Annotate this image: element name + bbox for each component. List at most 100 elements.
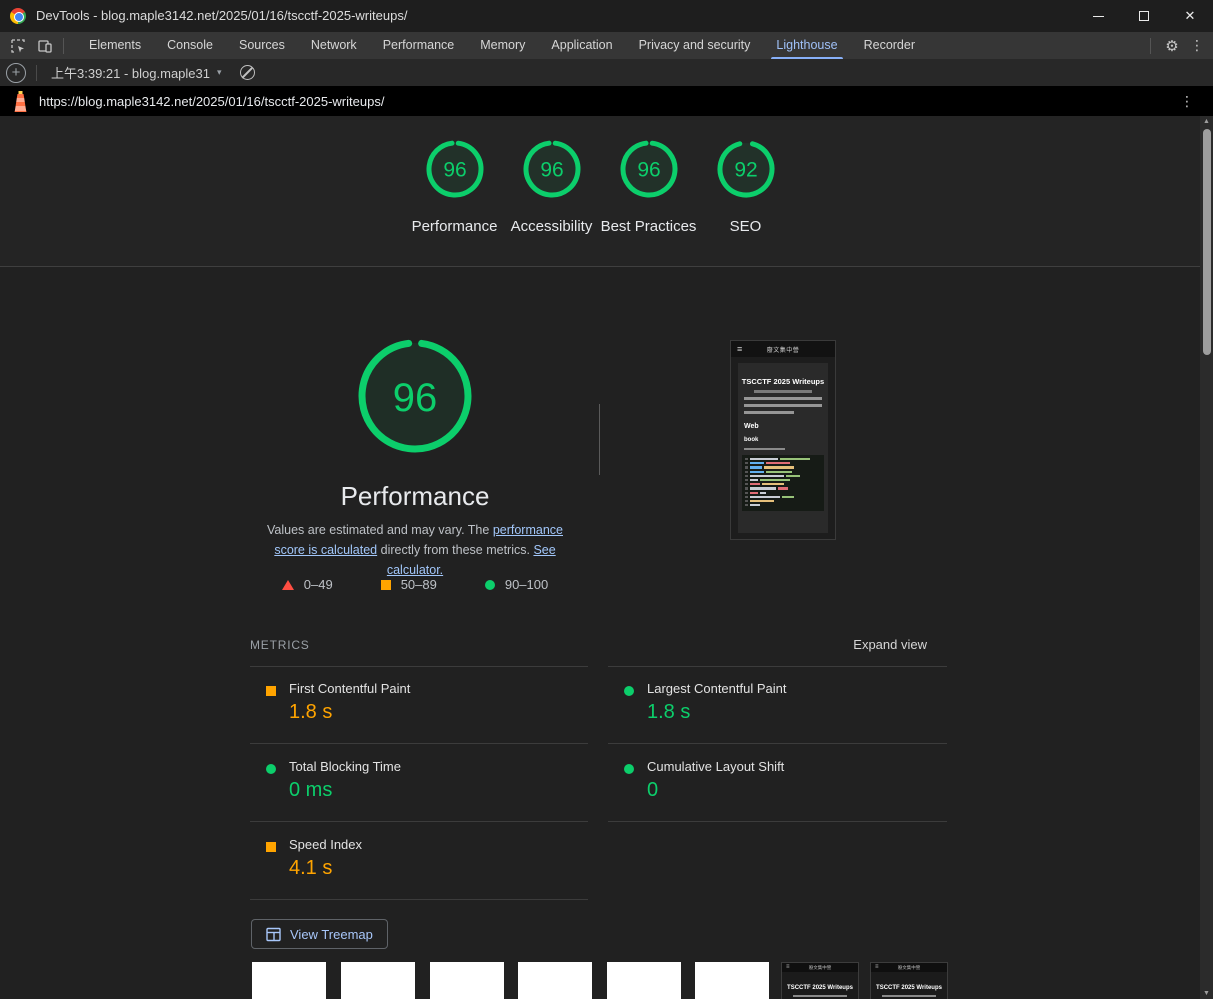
settings-gear-icon[interactable]: ⚙ [1159, 37, 1185, 55]
lighthouse-logo-icon [12, 91, 29, 112]
scroll-down-icon[interactable]: ▼ [1200, 990, 1213, 997]
preview-text-line [744, 448, 785, 451]
maximize-icon [1139, 11, 1149, 21]
category-label: SEO [697, 217, 794, 237]
report-url-link[interactable]: https://blog.maple3142.net/2025/01/16/ts… [39, 94, 384, 109]
performance-section-title: Performance [250, 481, 580, 512]
preview-text-line [744, 397, 822, 400]
clear-reports-icon[interactable] [240, 65, 255, 80]
category-seo[interactable]: 92 SEO [697, 139, 794, 237]
metric-first-contentful-paint: First Contentful Paint 1.8 s [250, 667, 588, 744]
tab-lighthouse[interactable]: Lighthouse [763, 32, 850, 59]
view-treemap-button[interactable]: View Treemap [251, 919, 388, 949]
filmstrip-frame-blank [607, 962, 681, 999]
preview-text-line [744, 411, 794, 414]
metric-name: Largest Contentful Paint [647, 681, 786, 696]
mini-header: ≡ 廢文集中營 [782, 963, 858, 972]
report-selector-dropdown[interactable]: 上午3:39:21 - blog.maple31 ▾ [47, 63, 226, 82]
devtools-tabbar: Elements Console Sources Network Perform… [0, 32, 1213, 59]
tab-network[interactable]: Network [298, 32, 370, 59]
legend-average: 50–89 [381, 577, 437, 592]
category-best-practices[interactable]: 96 Best Practices [600, 139, 697, 237]
tab-privacy-and-security[interactable]: Privacy and security [626, 32, 764, 59]
legend-range: 50–89 [401, 577, 437, 592]
metric-largest-contentful-paint: Largest Contentful Paint 1.8 s [608, 667, 947, 744]
report-more-options-icon[interactable]: ⋮ [1175, 93, 1199, 110]
filmstrip-frame-rendered: ≡ 廢文集中營 TSCCTF 2025 Writeups [781, 962, 859, 999]
seo-gauge: 92 [716, 139, 776, 199]
metric-cumulative-layout-shift: Cumulative Layout Shift 0 [608, 745, 947, 822]
minimize-button[interactable] [1075, 0, 1121, 32]
performance-gauge: 96 [425, 139, 485, 199]
scroll-up-icon[interactable]: ▲ [1200, 118, 1213, 125]
filmstrip-frame-blank [252, 962, 326, 999]
tab-recorder[interactable]: Recorder [851, 32, 928, 59]
tab-console[interactable]: Console [154, 32, 226, 59]
mini-site-title: 廢文集中營 [782, 965, 858, 971]
description-text: directly from these metrics. [377, 543, 533, 557]
window-title: DevTools - blog.maple3142.net/2025/01/16… [36, 0, 407, 32]
metrics-heading: METRICS [250, 638, 310, 652]
filmstrip-frame-blank [341, 962, 415, 999]
section-divider [599, 404, 600, 475]
tab-application[interactable]: Application [538, 32, 625, 59]
preview-site-title: 廢文集中營 [731, 345, 835, 354]
svg-text:96: 96 [393, 376, 438, 420]
devtools-tabs: Elements Console Sources Network Perform… [76, 32, 928, 59]
svg-text:96: 96 [637, 159, 660, 182]
filmstrip-frame-blank [518, 962, 592, 999]
vertical-scrollbar[interactable]: ▲ ▼ [1200, 116, 1213, 999]
tab-sources[interactable]: Sources [226, 32, 298, 59]
metric-rating-icon [624, 764, 634, 774]
mini-site-title: 廢文集中營 [871, 965, 947, 971]
metric-value: 0 [647, 779, 658, 802]
expand-view-toggle[interactable]: Expand view [853, 637, 927, 652]
minimize-icon [1093, 16, 1104, 17]
best-practices-gauge: 96 [619, 139, 679, 199]
performance-description: Values are estimated and may vary. The p… [252, 520, 578, 580]
category-accessibility[interactable]: 96 Accessibility [503, 139, 600, 237]
device-toolbar-icon[interactable] [36, 37, 54, 55]
metric-name: Cumulative Layout Shift [647, 759, 784, 774]
legend-range: 90–100 [505, 577, 548, 592]
good-circle-icon [485, 580, 495, 590]
devtools-window: DevTools - blog.maple3142.net/2025/01/16… [0, 0, 1213, 999]
toolbar-separator [36, 65, 37, 81]
filmstrip-frame-blank [695, 962, 769, 999]
performance-score-gauge: 96 [354, 335, 476, 462]
tab-elements[interactable]: Elements [76, 32, 154, 59]
preview-article-card: TSCCTF 2025 Writeups Web book [738, 363, 828, 533]
maximize-button[interactable] [1121, 0, 1167, 32]
new-report-button[interactable]: + [6, 63, 26, 83]
screenshot-filmstrip: ≡ 廢文集中營 TSCCTF 2025 Writeups ≡ 廢文集中營 TSC… [0, 962, 1200, 999]
toolbar-separator [63, 38, 64, 54]
close-button[interactable]: ✕ [1167, 0, 1213, 32]
page-screenshot-preview[interactable]: ≡ 廢文集中營 TSCCTF 2025 Writeups Web book [730, 340, 836, 540]
scrollbar-thumb[interactable] [1203, 129, 1211, 355]
chevron-down-icon: ▾ [217, 67, 222, 78]
window-controls: ✕ [1075, 0, 1213, 32]
tab-performance[interactable]: Performance [370, 32, 468, 59]
score-legend: 0–49 50–89 90–100 [250, 577, 580, 592]
tab-memory[interactable]: Memory [467, 32, 538, 59]
more-options-icon[interactable]: ⋮ [1185, 37, 1209, 54]
fail-triangle-icon [282, 580, 294, 590]
preview-meta-line [754, 390, 812, 393]
legend-range: 0–49 [304, 577, 333, 592]
metric-value: 1.8 s [289, 701, 332, 724]
inspect-element-icon[interactable] [9, 37, 27, 55]
metric-rating-icon [266, 686, 276, 696]
accessibility-gauge: 96 [522, 139, 582, 199]
category-label: Accessibility [503, 217, 600, 237]
metric-name: First Contentful Paint [289, 681, 410, 696]
category-performance[interactable]: 96 Performance [406, 139, 503, 237]
report-url-bar: https://blog.maple3142.net/2025/01/16/ts… [0, 86, 1213, 116]
mini-page-title: TSCCTF 2025 Writeups [871, 985, 947, 991]
description-text: Values are estimated and may vary. The [267, 523, 493, 537]
legend-good: 90–100 [485, 577, 548, 592]
metric-rating-icon [266, 842, 276, 852]
metric-rating-icon [624, 686, 634, 696]
metric-rating-icon [266, 764, 276, 774]
svg-text:96: 96 [540, 159, 563, 182]
metric-name: Speed Index [289, 837, 362, 852]
